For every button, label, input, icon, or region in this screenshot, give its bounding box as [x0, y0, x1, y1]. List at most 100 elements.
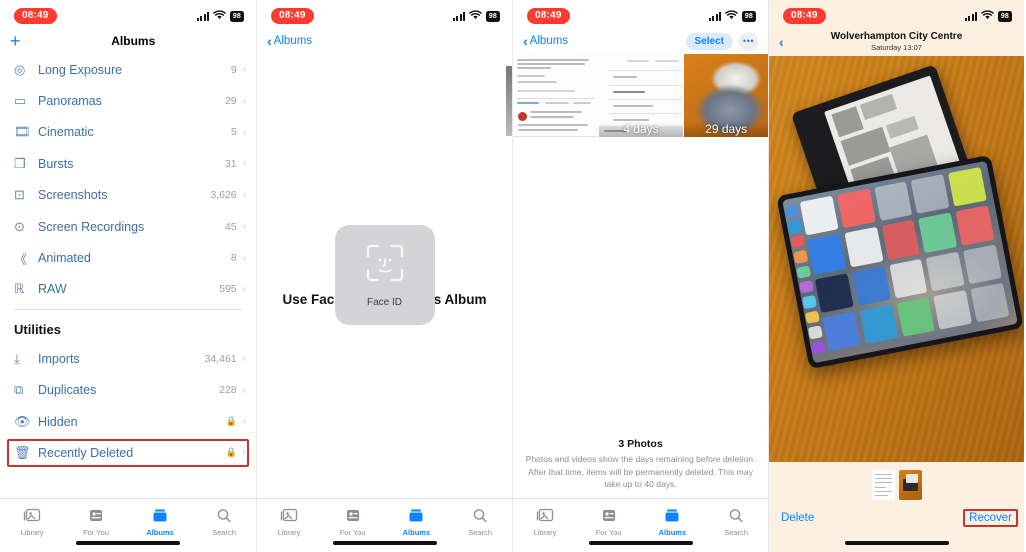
- list-item-recently-deleted[interactable]: 🗑 Recently Deleted 🔒 ›: [0, 437, 256, 468]
- album-count: 8: [230, 252, 237, 265]
- trash-icon: 🗑: [14, 444, 31, 460]
- wifi-icon: [469, 7, 482, 25]
- list-item[interactable]: ⧉ Duplicates 228 ›: [0, 375, 256, 406]
- back-label: Albums: [529, 35, 569, 47]
- screenshot-strip: 08:49 98 + Albums ◎ Long Exposure 9 › ▭ …: [0, 0, 1026, 552]
- library-icon: [280, 506, 298, 525]
- status-bar: 08:49 98: [513, 0, 768, 28]
- status-indicators: 98: [197, 7, 244, 25]
- list-item[interactable]: 《 Animated 8 ›: [0, 242, 256, 273]
- deleted-footer-note: 3 Photos Photos and videos show the days…: [513, 438, 768, 490]
- tab-search[interactable]: Search: [448, 506, 512, 537]
- for-you-icon: [601, 506, 617, 525]
- panel-albums-list: 08:49 98 + Albums ◎ Long Exposure 9 › ▭ …: [0, 0, 256, 552]
- status-time: 08:49: [271, 8, 314, 24]
- add-album-button[interactable]: +: [10, 32, 21, 50]
- cinematic-icon: 🎞: [14, 124, 31, 140]
- album-label: Cinematic: [38, 125, 94, 140]
- utility-count: 34,461: [204, 352, 237, 365]
- deletion-info-text: Photos and videos show the days remainin…: [525, 454, 756, 489]
- utility-label: Hidden: [38, 414, 78, 429]
- list-item[interactable]: ❐ Bursts 31 ›: [0, 148, 256, 179]
- utility-label: Recently Deleted: [38, 445, 134, 460]
- album-count: 3,626: [210, 189, 237, 202]
- album-list: ◎ Long Exposure 9 › ▭ Panoramas 29 › 🎞 C…: [0, 54, 256, 469]
- list-item[interactable]: ⊙ Screen Recordings 45 ›: [0, 211, 256, 242]
- tab-bar: Library For You Albums Search: [513, 498, 768, 552]
- back-button[interactable]: ‹ Albums: [267, 34, 312, 48]
- status-time: 08:49: [783, 8, 826, 24]
- tab-albums[interactable]: Albums: [128, 506, 192, 537]
- long-exposure-icon: ◎: [14, 61, 26, 77]
- albums-icon: [152, 506, 168, 525]
- chevron-right-icon: ›: [242, 283, 246, 295]
- tab-library[interactable]: Library: [257, 506, 321, 537]
- back-button[interactable]: ‹ Albums: [523, 34, 568, 48]
- delete-button[interactable]: Delete: [781, 512, 814, 524]
- album-count: 595: [219, 283, 237, 296]
- navigation-bar: + Albums: [0, 28, 256, 54]
- photo-date-subtitle: Saturday 13:07: [871, 43, 922, 52]
- status-indicators: 98: [453, 7, 500, 25]
- wifi-icon: [725, 7, 738, 25]
- tab-label: Library: [20, 528, 44, 537]
- tab-bar: Library For You Albums Search: [257, 498, 512, 552]
- list-item[interactable]: ◎ Long Exposure 9 ›: [0, 54, 256, 85]
- search-icon: [472, 506, 488, 525]
- panel-photo-viewer: 08:49 98 ‹ Wolverhampton City Centre Sat…: [768, 0, 1024, 552]
- tab-bar: Library For You Albums Search: [0, 498, 256, 552]
- filmstrip-thumbnail[interactable]: [898, 470, 922, 500]
- album-count: 5: [230, 126, 237, 139]
- list-item[interactable]: 👁 Hidden 🔒 ›: [0, 406, 256, 437]
- tab-label: Albums: [146, 528, 174, 537]
- list-item[interactable]: 🎞 Cinematic 5 ›: [0, 117, 256, 148]
- home-indicator: [588, 541, 693, 545]
- more-ellipsis-icon[interactable]: •••: [739, 31, 758, 51]
- tablet-device: [776, 154, 1024, 370]
- album-label: Bursts: [38, 156, 74, 171]
- grid-item[interactable]: [513, 54, 598, 137]
- hidden-icon: 👁: [14, 413, 31, 429]
- status-bar: 08:49 98: [0, 0, 256, 28]
- album-count: 45: [224, 220, 237, 233]
- album-label: Long Exposure: [38, 62, 123, 77]
- recover-button[interactable]: Recover: [963, 509, 1018, 527]
- panel-face-id-lock: 08:49 98 ‹ Albums Use Face ID to View Th…: [256, 0, 512, 552]
- cellular-bars-icon: [197, 11, 209, 21]
- chevron-right-icon: ›: [242, 189, 246, 201]
- status-bar: 08:49 98: [257, 0, 512, 28]
- tab-albums[interactable]: Albums: [385, 506, 449, 537]
- chevron-left-icon: ‹: [523, 33, 528, 49]
- chevron-right-icon: ›: [242, 158, 246, 170]
- tab-search[interactable]: Search: [704, 506, 768, 537]
- photo-filmstrip[interactable]: [769, 468, 1024, 502]
- tab-for-you[interactable]: For You: [321, 506, 385, 537]
- grid-item[interactable]: 29 days: [684, 54, 768, 137]
- library-icon: [536, 506, 554, 525]
- for-you-icon: [88, 506, 104, 525]
- album-label: Screenshots: [38, 188, 108, 203]
- filmstrip-thumbnail[interactable]: [871, 470, 895, 500]
- tab-for-you[interactable]: For You: [64, 506, 128, 537]
- days-remaining-label: 29 days: [684, 122, 768, 137]
- list-item[interactable]: ▭ Panoramas 29 ›: [0, 85, 256, 116]
- tab-library[interactable]: Library: [513, 506, 577, 537]
- list-item[interactable]: ⊡ Screenshots 3,626 ›: [0, 180, 256, 211]
- viewer-action-bar: Delete Recover: [769, 506, 1024, 530]
- tab-for-you[interactable]: For You: [577, 506, 641, 537]
- chevron-right-icon: ›: [242, 252, 246, 264]
- tab-search[interactable]: Search: [192, 506, 256, 537]
- chevron-right-icon: ›: [242, 447, 246, 459]
- photo-hero-image[interactable]: [769, 56, 1024, 462]
- list-item[interactable]: ℝ RAW 595 ›: [0, 274, 256, 305]
- face-id-overlay-card: Face ID: [334, 225, 435, 325]
- tab-albums[interactable]: Albums: [641, 506, 705, 537]
- status-indicators: 98: [709, 7, 756, 25]
- select-button[interactable]: Select: [685, 32, 733, 50]
- grid-item[interactable]: 4 days: [598, 54, 684, 137]
- raw-icon: ℝ: [14, 281, 25, 297]
- tab-library[interactable]: Library: [0, 506, 64, 537]
- tab-label: Library: [277, 528, 301, 537]
- screen-recordings-icon: ⊙: [14, 218, 25, 234]
- list-item[interactable]: ⤓ Imports 34,461 ›: [0, 343, 256, 374]
